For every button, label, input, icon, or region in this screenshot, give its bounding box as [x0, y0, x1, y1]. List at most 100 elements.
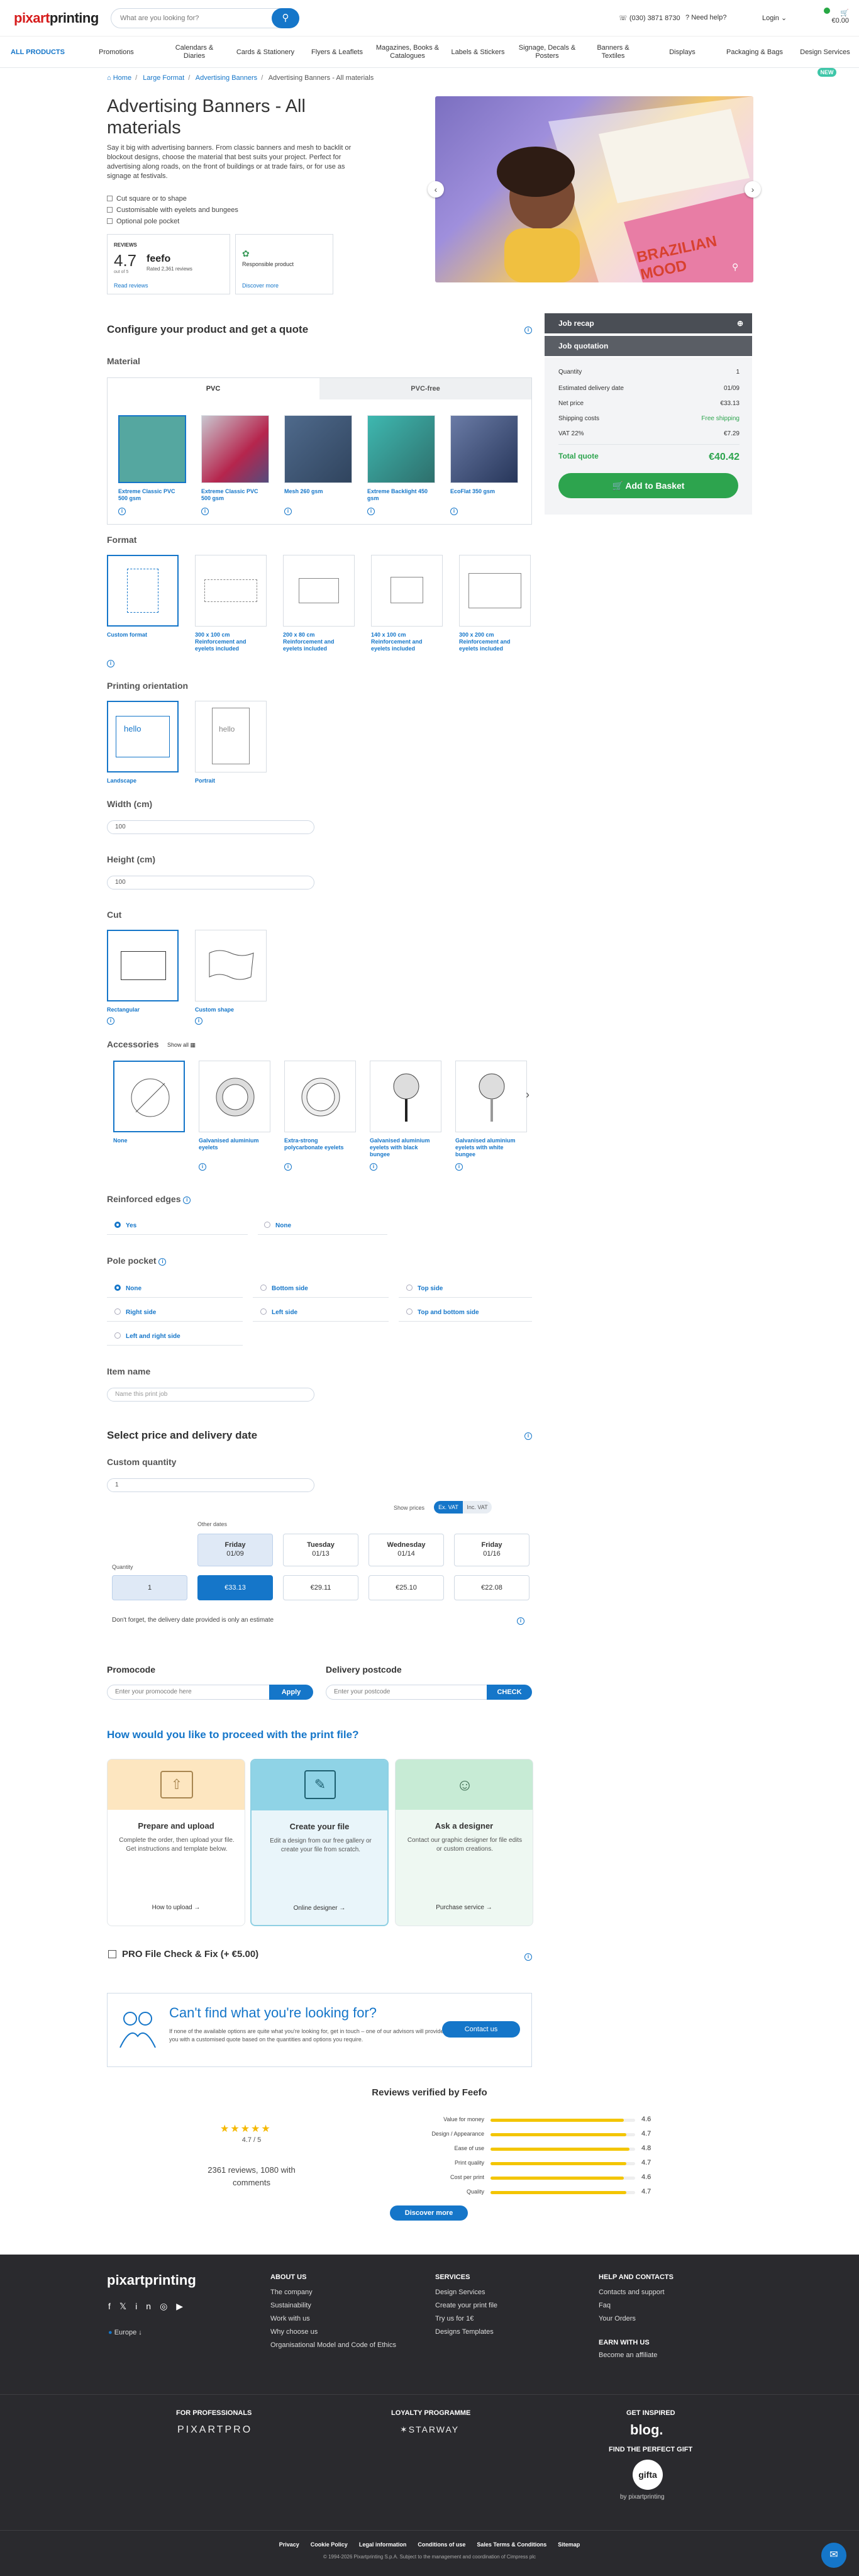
info-icon[interactable]: i [199, 1161, 206, 1171]
info-icon[interactable]: i [195, 1015, 202, 1025]
price-cell-selected[interactable]: €33.13 [197, 1575, 273, 1600]
material-option-2[interactable] [201, 415, 269, 483]
accessory-none[interactable] [113, 1061, 185, 1132]
proceed-card-link[interactable]: Purchase service → [396, 1904, 533, 1911]
logo[interactable]: pixartprinting [14, 10, 99, 26]
pole-bottom[interactable]: Bottom side [260, 1285, 308, 1292]
price-cell[interactable]: €22.08 [454, 1575, 529, 1600]
need-help-link[interactable]: ? Need help? [685, 14, 726, 21]
material-option-5[interactable] [450, 415, 518, 483]
height-input[interactable]: 100 [107, 876, 314, 889]
pole-top[interactable]: Top side [406, 1285, 443, 1292]
breadcrumb-large-format[interactable]: Large Format [143, 74, 184, 82]
footer-link[interactable]: Create your print file [435, 2302, 497, 2309]
x-icon[interactable]: 𝕏 [119, 2301, 135, 2311]
legal-link[interactable]: Cookie Policy [311, 2541, 348, 2548]
youtube-icon[interactable]: ▶ [176, 2301, 192, 2311]
nav-packaging[interactable]: Packaging & Bags [717, 36, 792, 68]
cart-button[interactable]: 🛒 €0.00 [821, 9, 849, 28]
proceed-card-link[interactable]: How to upload → [108, 1904, 245, 1911]
nav-promotions[interactable]: Promotions [88, 36, 145, 68]
read-reviews-link[interactable]: Read reviews [114, 282, 148, 289]
blog-logo[interactable]: blog. [630, 2422, 663, 2438]
nav-displays[interactable]: Displays [654, 36, 711, 68]
legal-link[interactable]: Privacy [279, 2541, 299, 2548]
legal-link[interactable]: Sales Terms & Conditions [477, 2541, 546, 2548]
cut-rectangular[interactable] [107, 930, 179, 1001]
nav-labels[interactable]: Labels & Stickers [446, 36, 509, 68]
info-icon[interactable]: i [370, 1161, 377, 1171]
tab-pvc[interactable]: PVC [108, 378, 319, 399]
pole-none[interactable]: None [114, 1285, 141, 1292]
width-input[interactable]: 100 [107, 820, 314, 834]
social-icons[interactable]: f𝕏in◎▶ [108, 2301, 192, 2312]
footer-link[interactable]: Your Orders [599, 2315, 636, 2322]
format-option[interactable] [283, 555, 355, 627]
footer-link[interactable]: Sustainability [270, 2302, 311, 2309]
nav-all-products[interactable]: ALL PRODUCTS [9, 36, 67, 68]
pixartpro-logo[interactable]: PIXARTPRO [177, 2424, 252, 2436]
pole-left-right[interactable]: Left and right side [114, 1332, 180, 1340]
info-icon[interactable]: i [524, 1430, 532, 1440]
material-option-1[interactable] [118, 415, 186, 483]
format-option[interactable] [371, 555, 443, 627]
legal-link[interactable]: Legal information [359, 2541, 407, 2548]
show-all-link[interactable]: Show all ▦ [167, 1042, 196, 1049]
info-icon[interactable]: i [107, 658, 114, 667]
accessory-option[interactable] [455, 1061, 527, 1132]
tab-pvc-free[interactable]: PVC-free [319, 378, 531, 399]
orientation-portrait[interactable]: hello [195, 701, 267, 772]
accessory-option[interactable] [284, 1061, 356, 1132]
nav-magazines[interactable]: Magazines, Books & Catalogues [375, 36, 440, 68]
nav-cards[interactable]: Cards & Stationery [233, 36, 298, 68]
quantity-input[interactable]: 1 [107, 1478, 314, 1492]
discover-more-button[interactable]: Discover more [390, 2205, 468, 2221]
breadcrumb-home[interactable]: Home [113, 74, 131, 82]
proceed-card-upload[interactable]: ⇧ Prepare and upload Complete the order,… [107, 1759, 245, 1926]
footer-link[interactable]: Why choose us [270, 2328, 318, 2336]
pole-top-bottom[interactable]: Top and bottom side [406, 1308, 479, 1316]
discover-more-link[interactable]: Discover more [242, 282, 279, 289]
footer-link[interactable]: Designs Templates [435, 2328, 494, 2336]
gifta-logo[interactable]: gifta [633, 2460, 663, 2490]
region-select[interactable]: ● Europe ↓ [108, 2329, 142, 2336]
info-icon[interactable]: i [201, 506, 209, 515]
date-option[interactable]: Wednesday 01/14 [369, 1534, 444, 1566]
add-to-basket-button[interactable]: 🛒 Add to Basket [558, 473, 738, 498]
nav-flyers[interactable]: Flyers & Leaflets [306, 36, 369, 68]
date-option[interactable]: Friday 01/09 [197, 1534, 273, 1566]
proceed-card-designer[interactable]: ☺ Ask a designer Contact our graphic des… [395, 1759, 533, 1926]
accessories-next-icon[interactable]: › [526, 1088, 529, 1101]
footer-link[interactable]: Design Services [435, 2289, 485, 2296]
pro-check-checkbox[interactable] [108, 1950, 116, 1958]
job-recap-header[interactable]: Job recap ⊕ [545, 313, 752, 333]
search-input[interactable]: What are you looking for? [111, 8, 299, 28]
info-icon[interactable]: i [367, 506, 375, 515]
info-icon[interactable]: i [524, 1951, 532, 1961]
format-option[interactable] [459, 555, 531, 627]
format-option[interactable] [195, 555, 267, 627]
footer-link[interactable]: Organisational Model and Code of Ethics [270, 2341, 396, 2349]
info-icon[interactable]: i [284, 1161, 292, 1171]
info-icon[interactable]: i [284, 506, 292, 515]
search-button[interactable]: ⚲ [272, 8, 299, 28]
facebook-icon[interactable]: f [108, 2301, 119, 2311]
chat-button[interactable]: ✉ [821, 2543, 846, 2568]
material-option-3[interactable] [284, 415, 352, 483]
date-option[interactable]: Tuesday 01/13 [283, 1534, 358, 1566]
info-icon[interactable]: i [455, 1161, 463, 1171]
format-custom[interactable] [107, 555, 179, 627]
proceed-card-create[interactable]: ✎ Create your file Edit a design from ou… [250, 1759, 389, 1926]
info-icon[interactable]: i [524, 325, 532, 334]
footer-link[interactable]: Try us for 1€ [435, 2315, 474, 2322]
starway-logo[interactable]: ✶STARWAY [400, 2424, 459, 2435]
pole-right[interactable]: Right side [114, 1308, 156, 1316]
footer-link[interactable]: Work with us [270, 2315, 310, 2322]
proceed-card-link[interactable]: Online designer → [252, 1905, 387, 1912]
footer-link[interactable]: Faq [599, 2302, 611, 2309]
footer-link[interactable]: The company [270, 2289, 313, 2296]
ex-vat-toggle[interactable]: Ex. VAT [434, 1501, 463, 1514]
pole-left[interactable]: Left side [260, 1308, 297, 1316]
instagram-icon[interactable]: ◎ [160, 2301, 176, 2311]
carousel-next-button[interactable]: › [745, 181, 761, 198]
